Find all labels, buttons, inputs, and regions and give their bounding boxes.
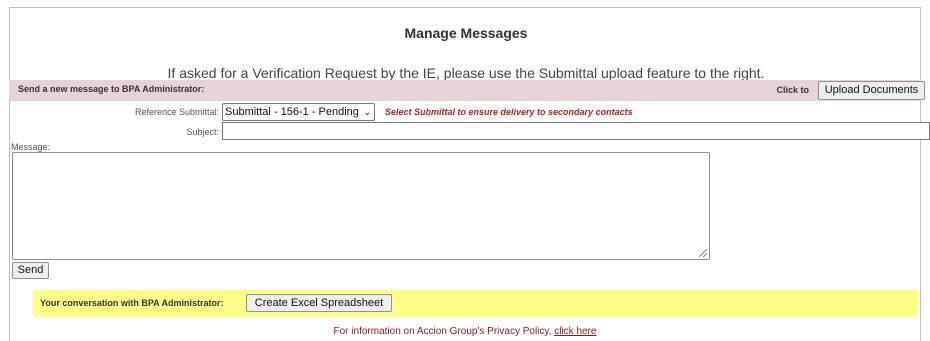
create-excel-button[interactable]: Create Excel Spreadsheet [246, 294, 392, 312]
privacy-text: For information on Accion Group's Privac… [333, 326, 555, 337]
reference-submittal-select[interactable]: Submittal - 156-1 - Pending ⌄ [222, 103, 375, 121]
conversation-label: Your conversation with BPA Administrator… [40, 298, 224, 308]
page-title: Manage Messages [404, 25, 528, 41]
privacy-notice: For information on Accion Group's Privac… [0, 326, 930, 337]
resize-grip-icon[interactable] [699, 249, 707, 257]
reference-submittal-hint: Select Submittal to ensure delivery to s… [385, 107, 633, 117]
subject-label: Subject: [186, 127, 219, 137]
message-label: Message: [11, 142, 51, 152]
reference-submittal-value: Submittal - 156-1 - Pending [225, 106, 359, 118]
chevron-down-icon: ⌄ [363, 107, 371, 117]
send-message-bar: Send a new message to BPA Administrator:… [9, 80, 925, 101]
page-subtitle: If asked for a Verification Request by t… [167, 65, 765, 81]
message-textarea[interactable] [12, 152, 710, 260]
send-button[interactable]: Send [12, 262, 49, 279]
conversation-bar: Your conversation with BPA Administrator… [33, 290, 918, 317]
reference-submittal-label: Reference Submittal: [134, 107, 219, 117]
subject-input[interactable] [222, 122, 930, 140]
privacy-link[interactable]: click here [554, 326, 596, 337]
upload-documents-button[interactable]: Upload Documents [818, 81, 925, 100]
send-message-label: Send a new message to BPA Administrator: [18, 84, 205, 94]
click-to-label: Click to [776, 85, 809, 95]
